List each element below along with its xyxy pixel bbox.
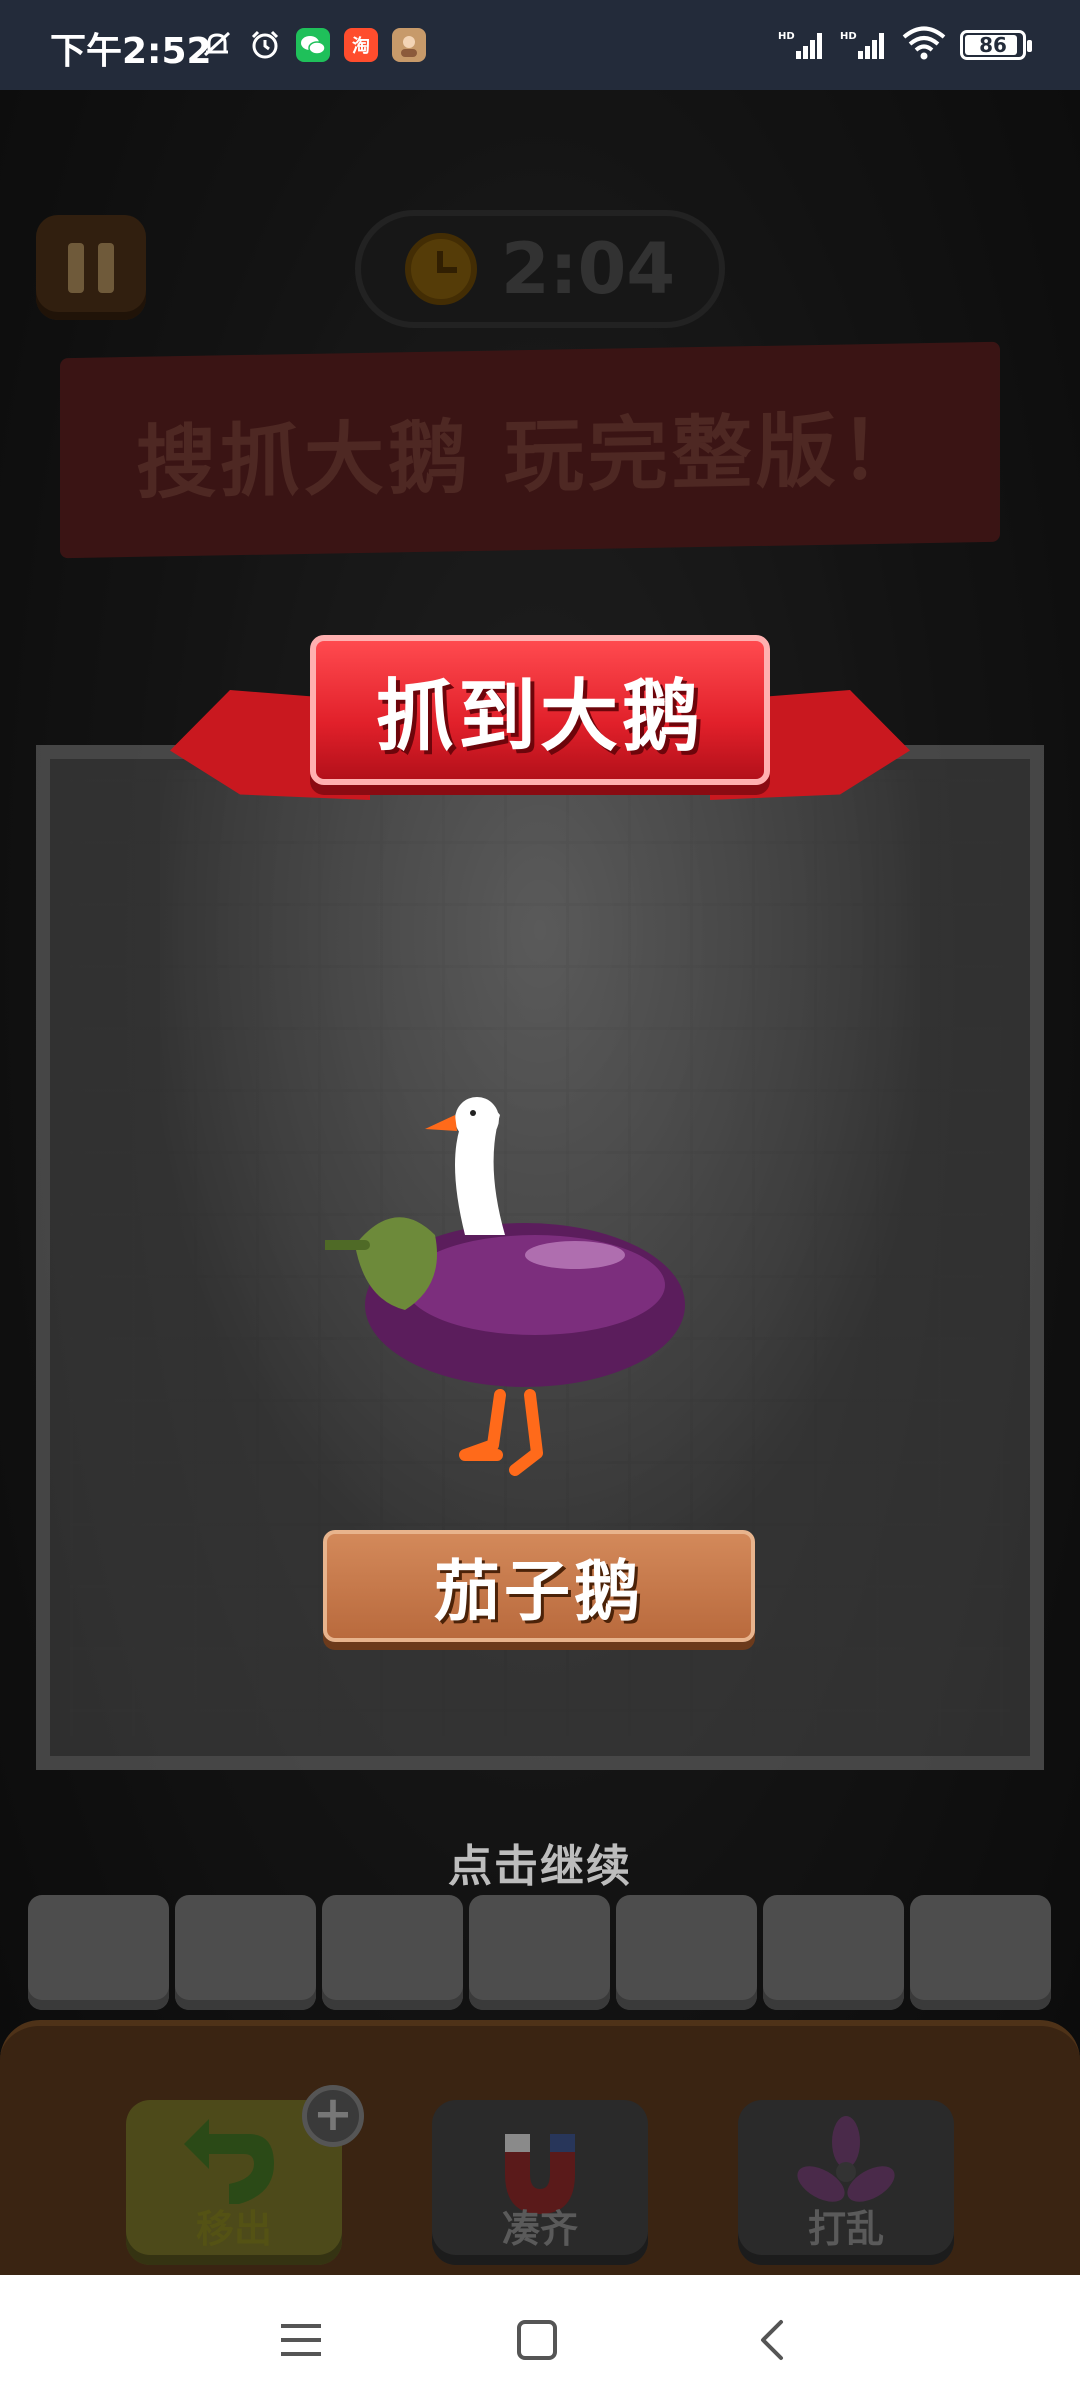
- alarm-clock-icon: [404, 233, 477, 305]
- collection-slots: [28, 1895, 1051, 2010]
- navigation-bar: [0, 2275, 1080, 2400]
- result-ribbon: 抓到大鹅: [170, 530, 910, 850]
- pause-button[interactable]: [36, 215, 146, 320]
- svg-text:HD: HD: [778, 31, 795, 42]
- status-time: 下午2:52: [50, 31, 212, 72]
- collection-slot: [28, 1895, 169, 2010]
- collection-slot: [910, 1895, 1051, 2010]
- tool-shuffle-button[interactable]: 打乱: [738, 2100, 954, 2265]
- pause-icon: [68, 242, 84, 293]
- tap-to-continue[interactable]: 点击继续: [0, 1830, 1080, 1894]
- tool-label: 移出: [195, 2207, 272, 2251]
- battery-percent: 86: [979, 33, 1007, 57]
- collection-slot: [616, 1895, 757, 2010]
- collection-slot: [763, 1895, 904, 2010]
- wifi-icon: [902, 26, 946, 64]
- svg-text:HD: HD: [840, 31, 857, 42]
- avatar-app-icon: [392, 28, 426, 62]
- background-banner-text: 搜抓大鹅 玩完整版！: [136, 403, 924, 510]
- status-bar: 下午2:52 淘 HD HD 86: [0, 0, 1080, 90]
- tool-gather-button[interactable]: 凑齐: [432, 2100, 648, 2265]
- tool-label: 打乱: [807, 2207, 884, 2251]
- tool-label: 凑齐: [501, 2207, 578, 2251]
- collection-slot: [322, 1895, 463, 2010]
- hd-signal-icon: HD: [778, 29, 826, 61]
- goose-name: 茄子鹅: [434, 1553, 644, 1630]
- menu-icon[interactable]: [266, 2305, 336, 2375]
- back-icon[interactable]: [738, 2305, 808, 2375]
- background-banner: 搜抓大鹅 玩完整版！: [60, 341, 1000, 559]
- timer: 2:04: [355, 210, 725, 328]
- ribbon-title: 抓到大鹅: [375, 672, 704, 762]
- goose-name-plate: 茄子鹅: [323, 1530, 755, 1642]
- plus-badge[interactable]: +: [302, 2085, 364, 2147]
- collection-slot: [175, 1895, 316, 2010]
- timer-value: 2:04: [500, 228, 676, 310]
- notification-icons: 淘: [200, 28, 426, 62]
- eggplant-goose-image: [325, 1097, 685, 1476]
- home-icon[interactable]: [502, 2305, 572, 2375]
- collection-slot: [469, 1895, 610, 2010]
- screen: 下午2:52 淘 HD HD 86 2:04 搜抓大鹅 玩完整版！ 抓到大鹅 茄…: [0, 0, 1080, 2400]
- game-scene[interactable]: 2:04 搜抓大鹅 玩完整版！ 抓到大鹅 茄子鹅 点击继续 移出 + 凑齐 打乱: [0, 90, 1080, 2275]
- battery-icon: 86: [960, 30, 1032, 60]
- taobao-icon: 淘: [344, 28, 378, 62]
- wechat-icon: [296, 28, 330, 62]
- hd-signal-icon: HD: [840, 29, 888, 61]
- mute-bell-icon: [200, 28, 234, 62]
- alarm-icon: [248, 28, 282, 62]
- system-icons: HD HD 86: [778, 26, 1032, 64]
